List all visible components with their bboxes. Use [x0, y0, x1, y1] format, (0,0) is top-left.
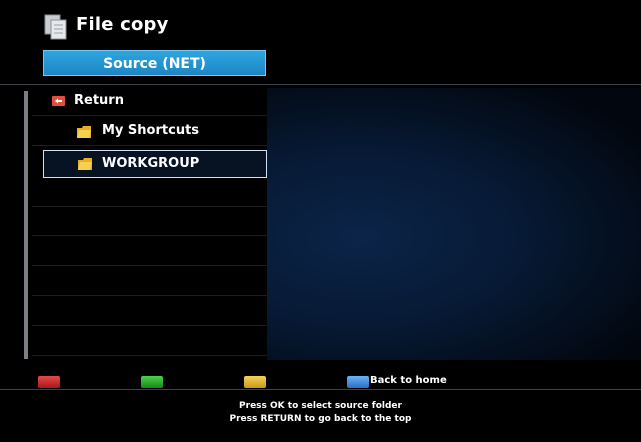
list-row-empty [32, 298, 267, 326]
list-item-workgroup[interactable]: WORKGROUP [43, 150, 267, 178]
list-item-label: WORKGROUP [102, 156, 200, 171]
source-net-button[interactable]: Source (NET) [43, 50, 266, 76]
list-item-my-shortcuts[interactable]: My Shortcuts [32, 118, 267, 146]
header-divider [0, 84, 641, 85]
list-item-return[interactable]: Return [32, 88, 267, 116]
list-row-empty [32, 238, 267, 266]
list-row-empty [32, 208, 267, 236]
folder-list: Return My Shortcuts WORKGROUP [32, 88, 267, 360]
yellow-button[interactable] [244, 376, 266, 388]
list-row-empty [32, 268, 267, 296]
file-copy-screen: File copy Source (NET) Return My Shortcu… [0, 0, 641, 442]
instruction-text: Press OK to select source folder [239, 401, 402, 411]
folder-icon [77, 126, 91, 138]
red-button[interactable] [38, 376, 60, 388]
list-row-empty [32, 179, 267, 207]
page-title: File copy [76, 14, 169, 35]
list-item-label: Return [74, 93, 124, 108]
back-to-home-label: Back to home [370, 375, 447, 386]
list-row-empty [32, 328, 267, 356]
return-icon [52, 96, 65, 106]
blue-button[interactable] [347, 376, 369, 388]
file-copy-icon [44, 14, 67, 40]
scrollbar[interactable] [24, 91, 28, 359]
green-button[interactable] [141, 376, 163, 388]
list-item-label: My Shortcuts [102, 123, 200, 138]
folder-icon [78, 158, 92, 170]
preview-area [267, 88, 641, 360]
instruction-text: Press RETURN to go back to the top [229, 414, 412, 424]
footer-divider [0, 389, 641, 390]
header: File copy Source (NET) [0, 0, 641, 84]
